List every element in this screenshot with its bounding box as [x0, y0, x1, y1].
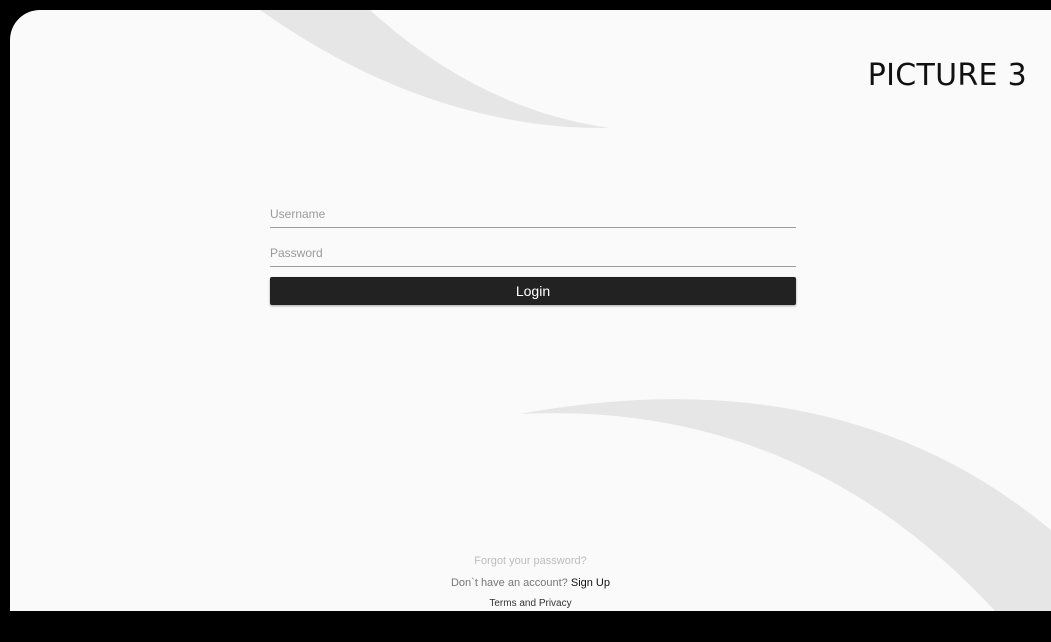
login-button[interactable]: Login	[270, 277, 796, 305]
picture-label: PICTURE 3	[867, 58, 1027, 93]
frame-left-edge	[0, 130, 10, 611]
username-input[interactable]	[270, 196, 796, 227]
forgot-password-link[interactable]: Forgot your password?	[10, 555, 1051, 567]
sign-up-link[interactable]: Sign Up	[571, 577, 610, 589]
frame-bottom-bar	[0, 611, 1051, 642]
no-account-text: Don`t have an account?	[450, 577, 568, 589]
background-decoration	[260, 10, 1051, 611]
app-screen: PICTURE 3 Login Forgot your password? Do…	[10, 10, 1051, 611]
username-field	[270, 196, 796, 228]
login-form: Login	[270, 196, 796, 305]
top-swoosh	[260, 10, 610, 129]
signup-prompt: Don`t have an account? Sign Up	[10, 577, 1051, 589]
password-field	[270, 235, 796, 267]
password-input[interactable]	[270, 235, 796, 266]
terms-privacy-link[interactable]: Terms and Privacy	[10, 598, 1051, 609]
